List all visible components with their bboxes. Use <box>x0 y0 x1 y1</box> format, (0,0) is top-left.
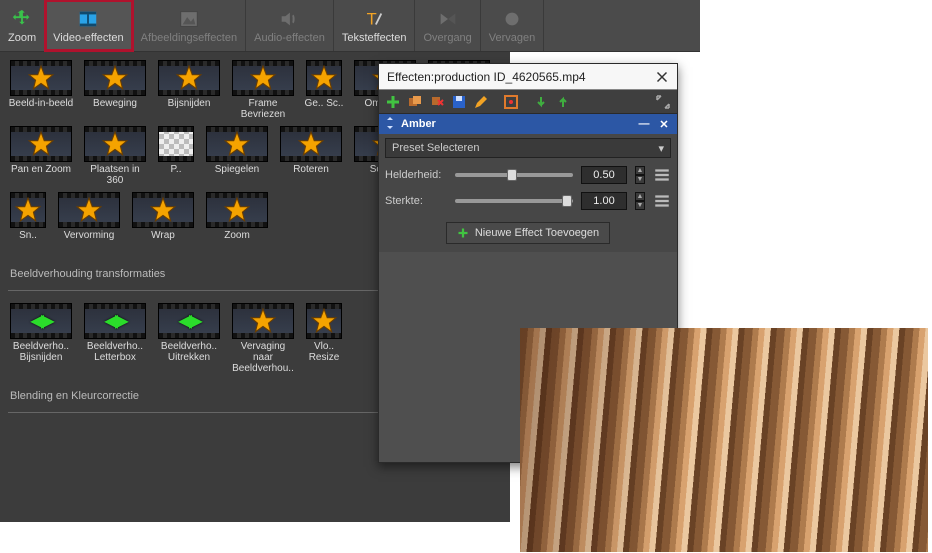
menu-icon[interactable] <box>653 166 671 184</box>
effect-item[interactable]: Zoom <box>204 192 270 252</box>
effect-item[interactable]: Ge.. Sc.. <box>304 60 344 120</box>
delete-layer-icon[interactable] <box>427 92 447 112</box>
add-effect-icon[interactable] <box>383 92 403 112</box>
effect-header[interactable]: Amber — ✕ <box>379 114 677 134</box>
blur-button[interactable]: Vervagen <box>481 0 544 51</box>
text-effects-button[interactable]: T Teksteffecten <box>334 0 416 51</box>
transition-label: Overgang <box>423 32 471 44</box>
add-effect-row: Nieuwe Effect Toevoegen <box>379 214 677 252</box>
main-toolbar: Zoom Video-effecten Afbeeldingseffecten … <box>0 0 700 52</box>
effect-item[interactable]: Bijsnijden <box>156 60 222 120</box>
video-effects-label: Video-effecten <box>53 32 124 44</box>
drag-handle-icon[interactable] <box>385 117 395 132</box>
move-down-icon[interactable] <box>531 92 551 112</box>
add-new-effect-button[interactable]: Nieuwe Effect Toevoegen <box>446 222 610 244</box>
effect-item[interactable]: ◀▶Beeldverho.. Bijsnijden <box>8 303 74 374</box>
slider-knob[interactable] <box>507 169 517 181</box>
dialog-title-file: production ID_4620565.mp4 <box>434 70 585 84</box>
region-icon[interactable] <box>501 92 521 112</box>
blur-icon <box>501 8 523 30</box>
effect-item[interactable]: Plaatsen in 360 <box>82 126 148 186</box>
effect-item[interactable]: Beweging <box>82 60 148 120</box>
effect-name: Amber <box>401 118 436 130</box>
duplicate-layer-icon[interactable] <box>405 92 425 112</box>
preset-select[interactable]: Preset Selecteren ▾ <box>385 138 671 158</box>
stretch-arrows-icon: ◀▶ <box>178 311 200 332</box>
chevron-down-icon: ▾ <box>658 142 664 155</box>
add-new-effect-label: Nieuwe Effect Toevoegen <box>475 227 599 239</box>
audio-effects-label: Audio-effecten <box>254 32 325 44</box>
effect-item[interactable]: Sn.. <box>8 192 48 252</box>
collapse-icon[interactable]: — <box>637 118 651 130</box>
speaker-icon <box>278 8 300 30</box>
effect-item[interactable]: ◀▶Beeldverho.. Uitrekken <box>156 303 222 374</box>
preset-placeholder: Preset Selecteren <box>392 142 479 154</box>
param-label: Helderheid: <box>385 169 447 181</box>
text-effects-label: Teksteffecten <box>342 32 407 44</box>
effect-item[interactable]: Roteren <box>278 126 344 186</box>
svg-text:T: T <box>367 10 377 28</box>
transition-icon <box>437 8 459 30</box>
effect-item[interactable]: Wrap <box>130 192 196 252</box>
zoom-button[interactable]: Zoom <box>0 0 45 51</box>
move-up-icon[interactable] <box>553 92 573 112</box>
preset-row: Preset Selecteren ▾ <box>379 134 677 162</box>
image-effects-button[interactable]: Afbeeldingseffecten <box>133 0 246 51</box>
effect-item[interactable]: Vervaging naar Beeldverhou.. <box>230 303 296 374</box>
strength-slider[interactable] <box>455 199 573 203</box>
film-icon <box>77 8 99 30</box>
plus-icon <box>457 227 469 239</box>
dialog-titlebar[interactable]: Effecten: production ID_4620565.mp4 <box>379 64 677 90</box>
effect-item[interactable]: Pan en Zoom <box>8 126 74 186</box>
effect-item[interactable]: ◀▶Beeldverho.. Letterbox <box>82 303 148 374</box>
brightness-slider[interactable] <box>455 173 573 177</box>
dialog-title-prefix: Effecten: <box>387 70 434 84</box>
effect-item[interactable]: Vervorming <box>56 192 122 252</box>
remove-effect-icon[interactable]: ✕ <box>657 118 671 131</box>
letterbox-arrows-icon: ◀▶ <box>104 311 126 332</box>
blur-label: Vervagen <box>489 32 535 44</box>
strength-value[interactable]: 1.00 <box>581 192 627 210</box>
effect-item[interactable]: P.. <box>156 126 196 186</box>
brightness-stepper[interactable]: ▲▼ <box>635 166 645 184</box>
slider-knob[interactable] <box>562 195 572 207</box>
expand-icon[interactable] <box>653 92 673 112</box>
edit-icon[interactable] <box>471 92 491 112</box>
zoom-label: Zoom <box>8 32 36 44</box>
video-preview <box>520 328 928 552</box>
video-effects-button[interactable]: Video-effecten <box>45 0 133 51</box>
strength-stepper[interactable]: ▲▼ <box>635 192 645 210</box>
effect-item[interactable]: Beeld-in-beeld <box>8 60 74 120</box>
crop-arrows-icon: ◀▶ <box>30 311 52 332</box>
menu-icon[interactable] <box>653 192 671 210</box>
text-icon: T <box>363 8 385 30</box>
param-row-sterkte: Sterkte: 1.00 ▲▼ <box>379 188 677 214</box>
effect-item[interactable]: Spiegelen <box>204 126 270 186</box>
image-icon <box>178 8 200 30</box>
effect-item[interactable]: Frame Bevriezen <box>230 60 296 120</box>
close-icon[interactable] <box>651 66 673 88</box>
brightness-value[interactable]: 0.50 <box>581 166 627 184</box>
zoom-move-icon <box>11 8 33 30</box>
audio-effects-button[interactable]: Audio-effecten <box>246 0 334 51</box>
param-row-helderheid: Helderheid: 0.50 ▲▼ <box>379 162 677 188</box>
image-effects-label: Afbeeldingseffecten <box>141 32 237 44</box>
save-icon[interactable] <box>449 92 469 112</box>
effect-item[interactable]: Vlo.. Resize <box>304 303 344 374</box>
transition-button[interactable]: Overgang <box>415 0 480 51</box>
param-label: Sterkte: <box>385 195 447 207</box>
dialog-toolbar <box>379 90 677 114</box>
